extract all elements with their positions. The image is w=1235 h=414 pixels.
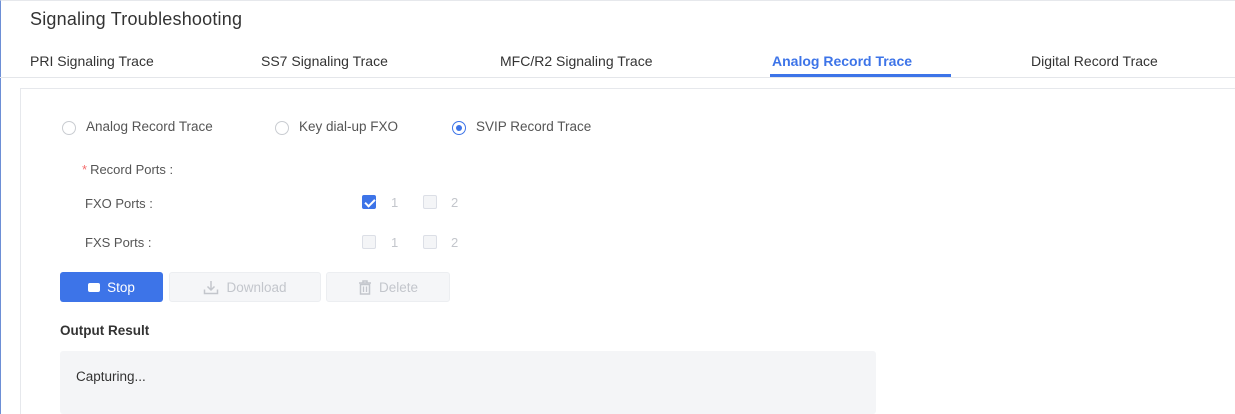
output-result-text: Capturing... xyxy=(76,369,146,384)
stop-square-icon xyxy=(88,282,101,292)
fxs-port-1-checkbox[interactable] xyxy=(362,235,376,249)
tab-ss7-signaling-trace[interactable]: SS7 Signaling Trace xyxy=(261,53,388,69)
radio-label: Key dial-up FXO xyxy=(299,119,399,134)
fxo-port-1-checkbox[interactable] xyxy=(362,195,376,209)
radio-label: SVIP Record Trace xyxy=(476,119,592,134)
output-result-box: Capturing... xyxy=(60,351,876,414)
record-ports-label-text: Record Ports : xyxy=(90,162,174,177)
radio-button-icon xyxy=(62,121,76,135)
radio-label: Analog Record Trace xyxy=(86,119,213,134)
delete-button[interactable]: Delete xyxy=(326,272,450,302)
radio-button-icon xyxy=(275,121,289,135)
tab-digital-record-trace[interactable]: Digital Record Trace xyxy=(1031,53,1158,69)
radio-button-checked-icon xyxy=(452,121,466,135)
fxs-port-1-label: 1 xyxy=(391,235,399,250)
required-mark: * xyxy=(82,162,88,177)
tab-pri-signaling-trace[interactable]: PRI Signaling Trace xyxy=(30,53,154,69)
stop-button-label: Stop xyxy=(107,279,135,295)
download-button-label: Download xyxy=(226,279,287,295)
fxs-port-2-checkbox[interactable] xyxy=(423,235,437,249)
tab-bar: PRI Signaling Trace SS7 Signaling Trace … xyxy=(0,44,1235,78)
fxo-ports-label: FXO Ports : xyxy=(85,196,153,211)
tab-mfc-r2-signaling-trace[interactable]: MFC/R2 Signaling Trace xyxy=(500,53,653,69)
record-ports-label: * Record Ports : xyxy=(82,162,173,177)
active-tab-indicator xyxy=(770,74,951,77)
output-result-title: Output Result xyxy=(60,323,150,338)
tab-analog-record-trace[interactable]: Analog Record Trace xyxy=(772,53,912,69)
fxo-port-2-checkbox[interactable] xyxy=(423,195,437,209)
trash-icon xyxy=(358,279,372,295)
fxo-port-1-label: 1 xyxy=(391,195,399,210)
page-title: Signaling Troubleshooting xyxy=(30,9,243,29)
download-button[interactable]: Download xyxy=(169,272,321,302)
fxs-ports-label: FXS Ports : xyxy=(85,235,152,250)
download-icon xyxy=(203,280,219,295)
fxo-port-2-label: 2 xyxy=(451,195,459,210)
delete-button-label: Delete xyxy=(378,279,419,295)
stop-button[interactable]: Stop xyxy=(60,272,163,302)
fxs-port-2-label: 2 xyxy=(451,235,459,250)
